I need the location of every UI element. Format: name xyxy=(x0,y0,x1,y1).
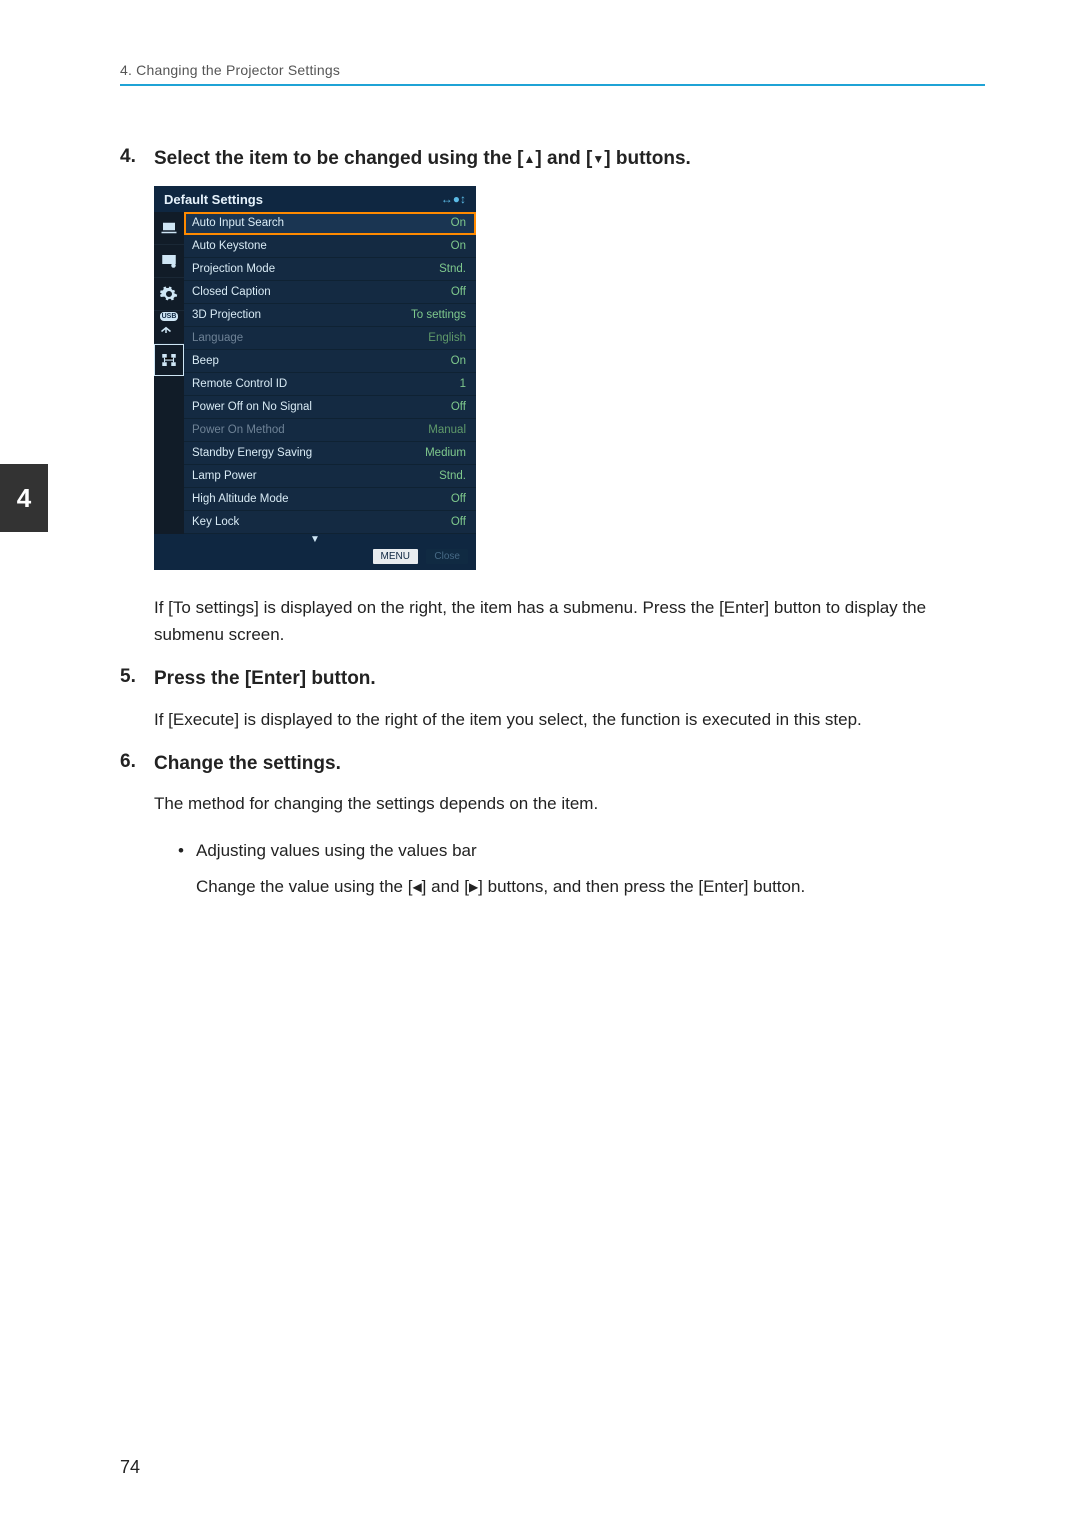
usb-tab-icon[interactable]: USB xyxy=(154,311,184,344)
osd-row[interactable]: Power Off on No Signal Off xyxy=(184,396,476,419)
osd-close-button[interactable]: Close xyxy=(426,549,468,564)
header-rule xyxy=(120,84,985,86)
osd-row-value: Medium xyxy=(425,447,466,459)
network-tab-icon[interactable] xyxy=(154,344,184,376)
osd-row-label: Remote Control ID xyxy=(192,378,287,390)
osd-row-value: Off xyxy=(451,493,466,505)
osd-row-value: To settings xyxy=(411,309,466,321)
dpad-hint-icon: ↔●↕ xyxy=(441,192,466,206)
step-6-title: Change the settings. xyxy=(154,751,985,777)
step-4-description: If [To settings] is displayed on the rig… xyxy=(154,594,985,648)
osd-row-value: On xyxy=(451,217,466,229)
step-6-bullet: •Adjusting values using the values bar xyxy=(178,836,985,867)
bullet-dot-icon: • xyxy=(178,836,196,867)
osd-row-label: Auto Keystone xyxy=(192,240,267,252)
osd-row-label: Standby Energy Saving xyxy=(192,447,312,459)
step-4-title: Select the item to be changed using the … xyxy=(154,146,985,172)
running-header: 4. Changing the Projector Settings xyxy=(120,62,985,78)
osd-row-label: Lamp Power xyxy=(192,470,257,482)
osd-row-label: Auto Input Search xyxy=(192,217,284,229)
osd-row[interactable]: Closed Caption Off xyxy=(184,281,476,304)
osd-row[interactable]: Key Lock Off xyxy=(184,511,476,534)
down-triangle-icon: ▼ xyxy=(592,152,604,166)
osd-menu-button[interactable]: MENU xyxy=(373,549,418,564)
osd-row[interactable]: Remote Control ID 1 xyxy=(184,373,476,396)
osd-row-value: Off xyxy=(451,286,466,298)
osd-row-label: High Altitude Mode xyxy=(192,493,289,505)
right-triangle-icon: ▶ xyxy=(469,880,478,894)
settings-tab-icon[interactable] xyxy=(154,278,184,311)
osd-title-bar: Default Settings ↔●↕ xyxy=(154,186,476,212)
osd-row-value: Off xyxy=(451,516,466,528)
osd-row[interactable]: Projection Mode Stnd. xyxy=(184,258,476,281)
osd-row-value: Stnd. xyxy=(439,470,466,482)
osd-row[interactable]: Language English xyxy=(184,327,476,350)
osd-item-list: Auto Input Search On Auto Keystone On Projec… xyxy=(184,212,476,534)
osd-row-value: On xyxy=(451,240,466,252)
step-6-description: The method for changing the settings dep… xyxy=(154,790,985,817)
step-4-number: 4. xyxy=(120,146,154,168)
osd-row-label: Power On Method xyxy=(192,424,285,436)
step-5-description: If [Execute] is displayed to the right o… xyxy=(154,706,985,733)
step-5-number: 5. xyxy=(120,666,154,688)
osd-row-value: 1 xyxy=(460,378,466,390)
osd-row-label: Key Lock xyxy=(192,516,239,528)
osd-row-value: Off xyxy=(451,401,466,413)
osd-row[interactable]: Beep On xyxy=(184,350,476,373)
osd-row[interactable]: 3D Projection To settings xyxy=(184,304,476,327)
step-6-number: 6. xyxy=(120,751,154,773)
osd-row[interactable]: Lamp Power Stnd. xyxy=(184,465,476,488)
osd-row-label: 3D Projection xyxy=(192,309,261,321)
osd-row[interactable]: Auto Keystone On xyxy=(184,235,476,258)
osd-title-text: Default Settings xyxy=(164,192,263,207)
page-number: 74 xyxy=(120,1457,140,1478)
osd-row-label: Projection Mode xyxy=(192,263,275,275)
osd-row-value: English xyxy=(428,332,466,344)
usb-badge: USB xyxy=(160,312,179,321)
step-5-title: Press the [Enter] button. xyxy=(154,666,985,692)
osd-footer: ▼ MENU Close xyxy=(154,534,476,570)
osd-row-label: Power Off on No Signal xyxy=(192,401,312,413)
step-6-sub: Change the value using the [◀] and [▶] b… xyxy=(196,872,985,903)
osd-row-label: Closed Caption xyxy=(192,286,271,298)
left-triangle-icon: ◀ xyxy=(412,880,421,894)
osd-row[interactable]: High Altitude Mode Off xyxy=(184,488,476,511)
osd-row-value: Stnd. xyxy=(439,263,466,275)
display-tab-icon[interactable] xyxy=(154,245,184,278)
up-triangle-icon: ▲ xyxy=(524,152,536,166)
osd-row-value: Manual xyxy=(428,424,466,436)
osd-row[interactable]: Power On Method Manual xyxy=(184,419,476,442)
osd-row-value: On xyxy=(451,355,466,367)
osd-row-label: Beep xyxy=(192,355,219,367)
chapter-tab: 4 xyxy=(0,464,48,532)
osd-menu-figure: Default Settings ↔●↕ USB xyxy=(154,186,476,570)
osd-row[interactable]: Auto Input Search On xyxy=(184,212,476,235)
osd-row[interactable]: Standby Energy Saving Medium xyxy=(184,442,476,465)
osd-category-tabs: USB xyxy=(154,212,184,534)
image-tab-icon[interactable] xyxy=(154,212,184,245)
scroll-down-icon: ▼ xyxy=(162,536,468,544)
osd-row-label: Language xyxy=(192,332,243,344)
